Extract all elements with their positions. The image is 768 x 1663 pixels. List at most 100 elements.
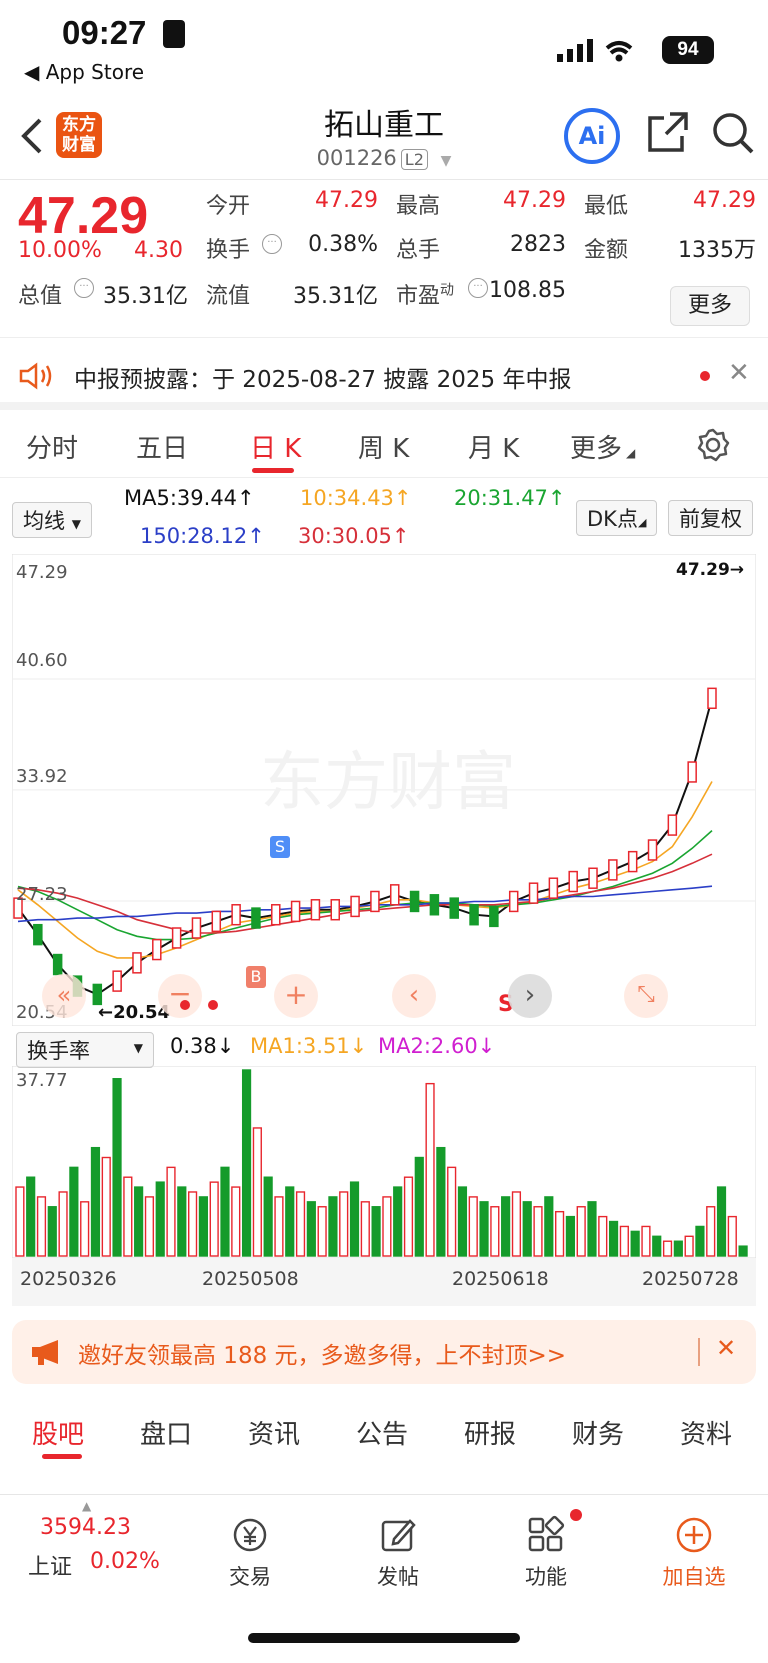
turnover-bar [123,1176,133,1257]
promo-text: 邀好友领最高 188 元，多邀多得，上不封顶>> [78,1343,567,1369]
turnover-bar [436,1146,446,1257]
turnover-bar [501,1196,511,1257]
id-card-icon [163,20,185,48]
ma150-value: 150:28.12↑ [140,524,265,548]
info-dots-icon[interactable]: ··· [262,234,282,254]
turnover-bar [198,1196,208,1257]
turnover-bar [468,1196,478,1257]
index-value[interactable]: 3594.23 [40,1515,131,1540]
candle [52,953,63,976]
volume-indicator-selector[interactable]: 换手率 ▼ [16,1032,154,1068]
turnover-bar [274,1196,284,1257]
turnover-bar [533,1206,543,1257]
step-left-button[interactable]: ‹ [392,974,436,1018]
gear-icon[interactable] [696,428,730,462]
tab-finance[interactable]: 财务 [572,1414,624,1451]
turnover-bar [295,1191,306,1257]
tab-monthly-k[interactable]: 月 K [468,428,519,465]
ai-assistant-button[interactable]: Ai [564,108,620,164]
candle [370,890,380,913]
functions-button[interactable]: 功能 [486,1515,606,1591]
candle [608,859,618,881]
turnover-bar [555,1210,565,1257]
tab-announcements[interactable]: 公告 [356,1414,408,1451]
info-dots-icon[interactable]: ··· [74,278,94,298]
tab-pankou[interactable]: 盘口 [140,1414,192,1451]
notice-bar[interactable]: 中报预披露：于 2025-08-27 披露 2025 年中报 ✕ [0,340,768,410]
series-line-ma20 [17,830,713,941]
close-icon[interactable]: ✕ [728,358,750,388]
buy-signal-badge[interactable]: B [246,966,266,988]
turnover-bar [360,1201,370,1257]
adjust-mode-button[interactable]: 前复权 [668,500,753,536]
fullscreen-button[interactable]: ⤡ [624,974,668,1018]
add-watchlist-button[interactable]: 加自选 [634,1515,754,1591]
turnover-bar [231,1186,241,1257]
turnover-bar [587,1201,597,1257]
low-value: 47.29 [693,188,756,213]
ma20-value: 20:31.47↑ [454,486,566,510]
watermark: 东方财富 [260,746,516,820]
turnover-ma1-value: MA1:3.51↓ [250,1034,368,1058]
candle [548,877,559,899]
indicator-selector[interactable]: 均线 ▼ [12,502,92,538]
dk-point-button[interactable]: DK点◢ [576,500,658,536]
share-icon[interactable] [646,110,690,154]
megaphone-icon [32,1340,58,1365]
scroll-left-button[interactable]: « [42,974,86,1018]
turnover-label: 换手 [206,238,251,263]
x-tick-1: 20250326 [20,1268,117,1290]
turnover-bar [414,1156,424,1257]
y-tick-max: 47.29 [16,562,68,583]
turnover-bar [630,1230,640,1257]
turnover-bar [58,1191,68,1257]
tab-intraday[interactable]: 分时 [26,428,78,465]
post-button[interactable]: 发帖 [338,1515,458,1591]
turnover-bar [144,1196,155,1257]
search-icon[interactable] [710,110,756,156]
candle [33,923,43,946]
chart-period-tabs: 分时 五日 日 K 周 K 月 K 更多 ◢ [0,412,768,478]
tab-five-day[interactable]: 五日 [136,428,188,465]
tab-news[interactable]: 资讯 [248,1414,300,1451]
candle [508,890,519,913]
more-quote-button[interactable]: 更多 [670,286,750,326]
volume-label: 总手 [396,238,441,263]
k-line-chart[interactable]: 东方财富 47.29 40.60 33.92 27.23 20.54 47.29… [11,553,757,1027]
dropdown-caret-icon: ▼ [440,153,452,169]
tab-more[interactable]: 更多 ◢ [570,428,635,465]
back-to-app-store[interactable]: ◀ App Store [24,60,144,84]
active-tab-indicator [42,1454,82,1459]
candle [310,899,321,921]
turnover-bar [479,1201,489,1257]
stock-header: 东方 财富 拓山重工 001226 L2 ▼ Ai [0,96,768,180]
candle [350,895,360,918]
tab-profile[interactable]: 资料 [680,1414,732,1451]
turnover-chart[interactable]: 37.77 20250326 20250508 20250618 2025072… [11,1065,757,1306]
tab-daily-k[interactable]: 日 K [250,428,301,465]
tab-guba[interactable]: 股吧 [32,1414,84,1451]
turnover-bar [652,1235,662,1257]
cellular-signal-icon [557,39,633,62]
series-line-ma30 [17,853,713,934]
y-tick-3: 33.92 [16,766,68,787]
turnover-bar [716,1186,727,1257]
trade-button[interactable]: 交易 [190,1515,310,1591]
turnover-bar [69,1166,79,1257]
close-icon[interactable]: ✕ [716,1334,736,1362]
tab-research[interactable]: 研报 [464,1414,516,1451]
notice-text: 中报预披露：于 2025-08-27 披露 2025 年中报 [74,367,572,393]
grid-icon [528,1515,565,1552]
turnover-bar [695,1225,705,1257]
turnover-bar [177,1186,187,1257]
invite-promo-banner[interactable]: 邀好友领最高 188 元，多邀多得，上不封顶>> ✕ [12,1320,756,1384]
candle [528,882,539,904]
candle [469,904,479,926]
sell-signal-badge[interactable]: S [270,836,290,858]
tab-weekly-k[interactable]: 周 K [358,428,409,465]
zoom-in-button[interactable]: + [274,974,318,1018]
x-tick-3: 20250618 [452,1268,549,1290]
change-amount: 4.30 [134,238,183,263]
step-right-button[interactable]: › [508,974,552,1018]
zoom-out-button[interactable]: − [158,974,202,1018]
